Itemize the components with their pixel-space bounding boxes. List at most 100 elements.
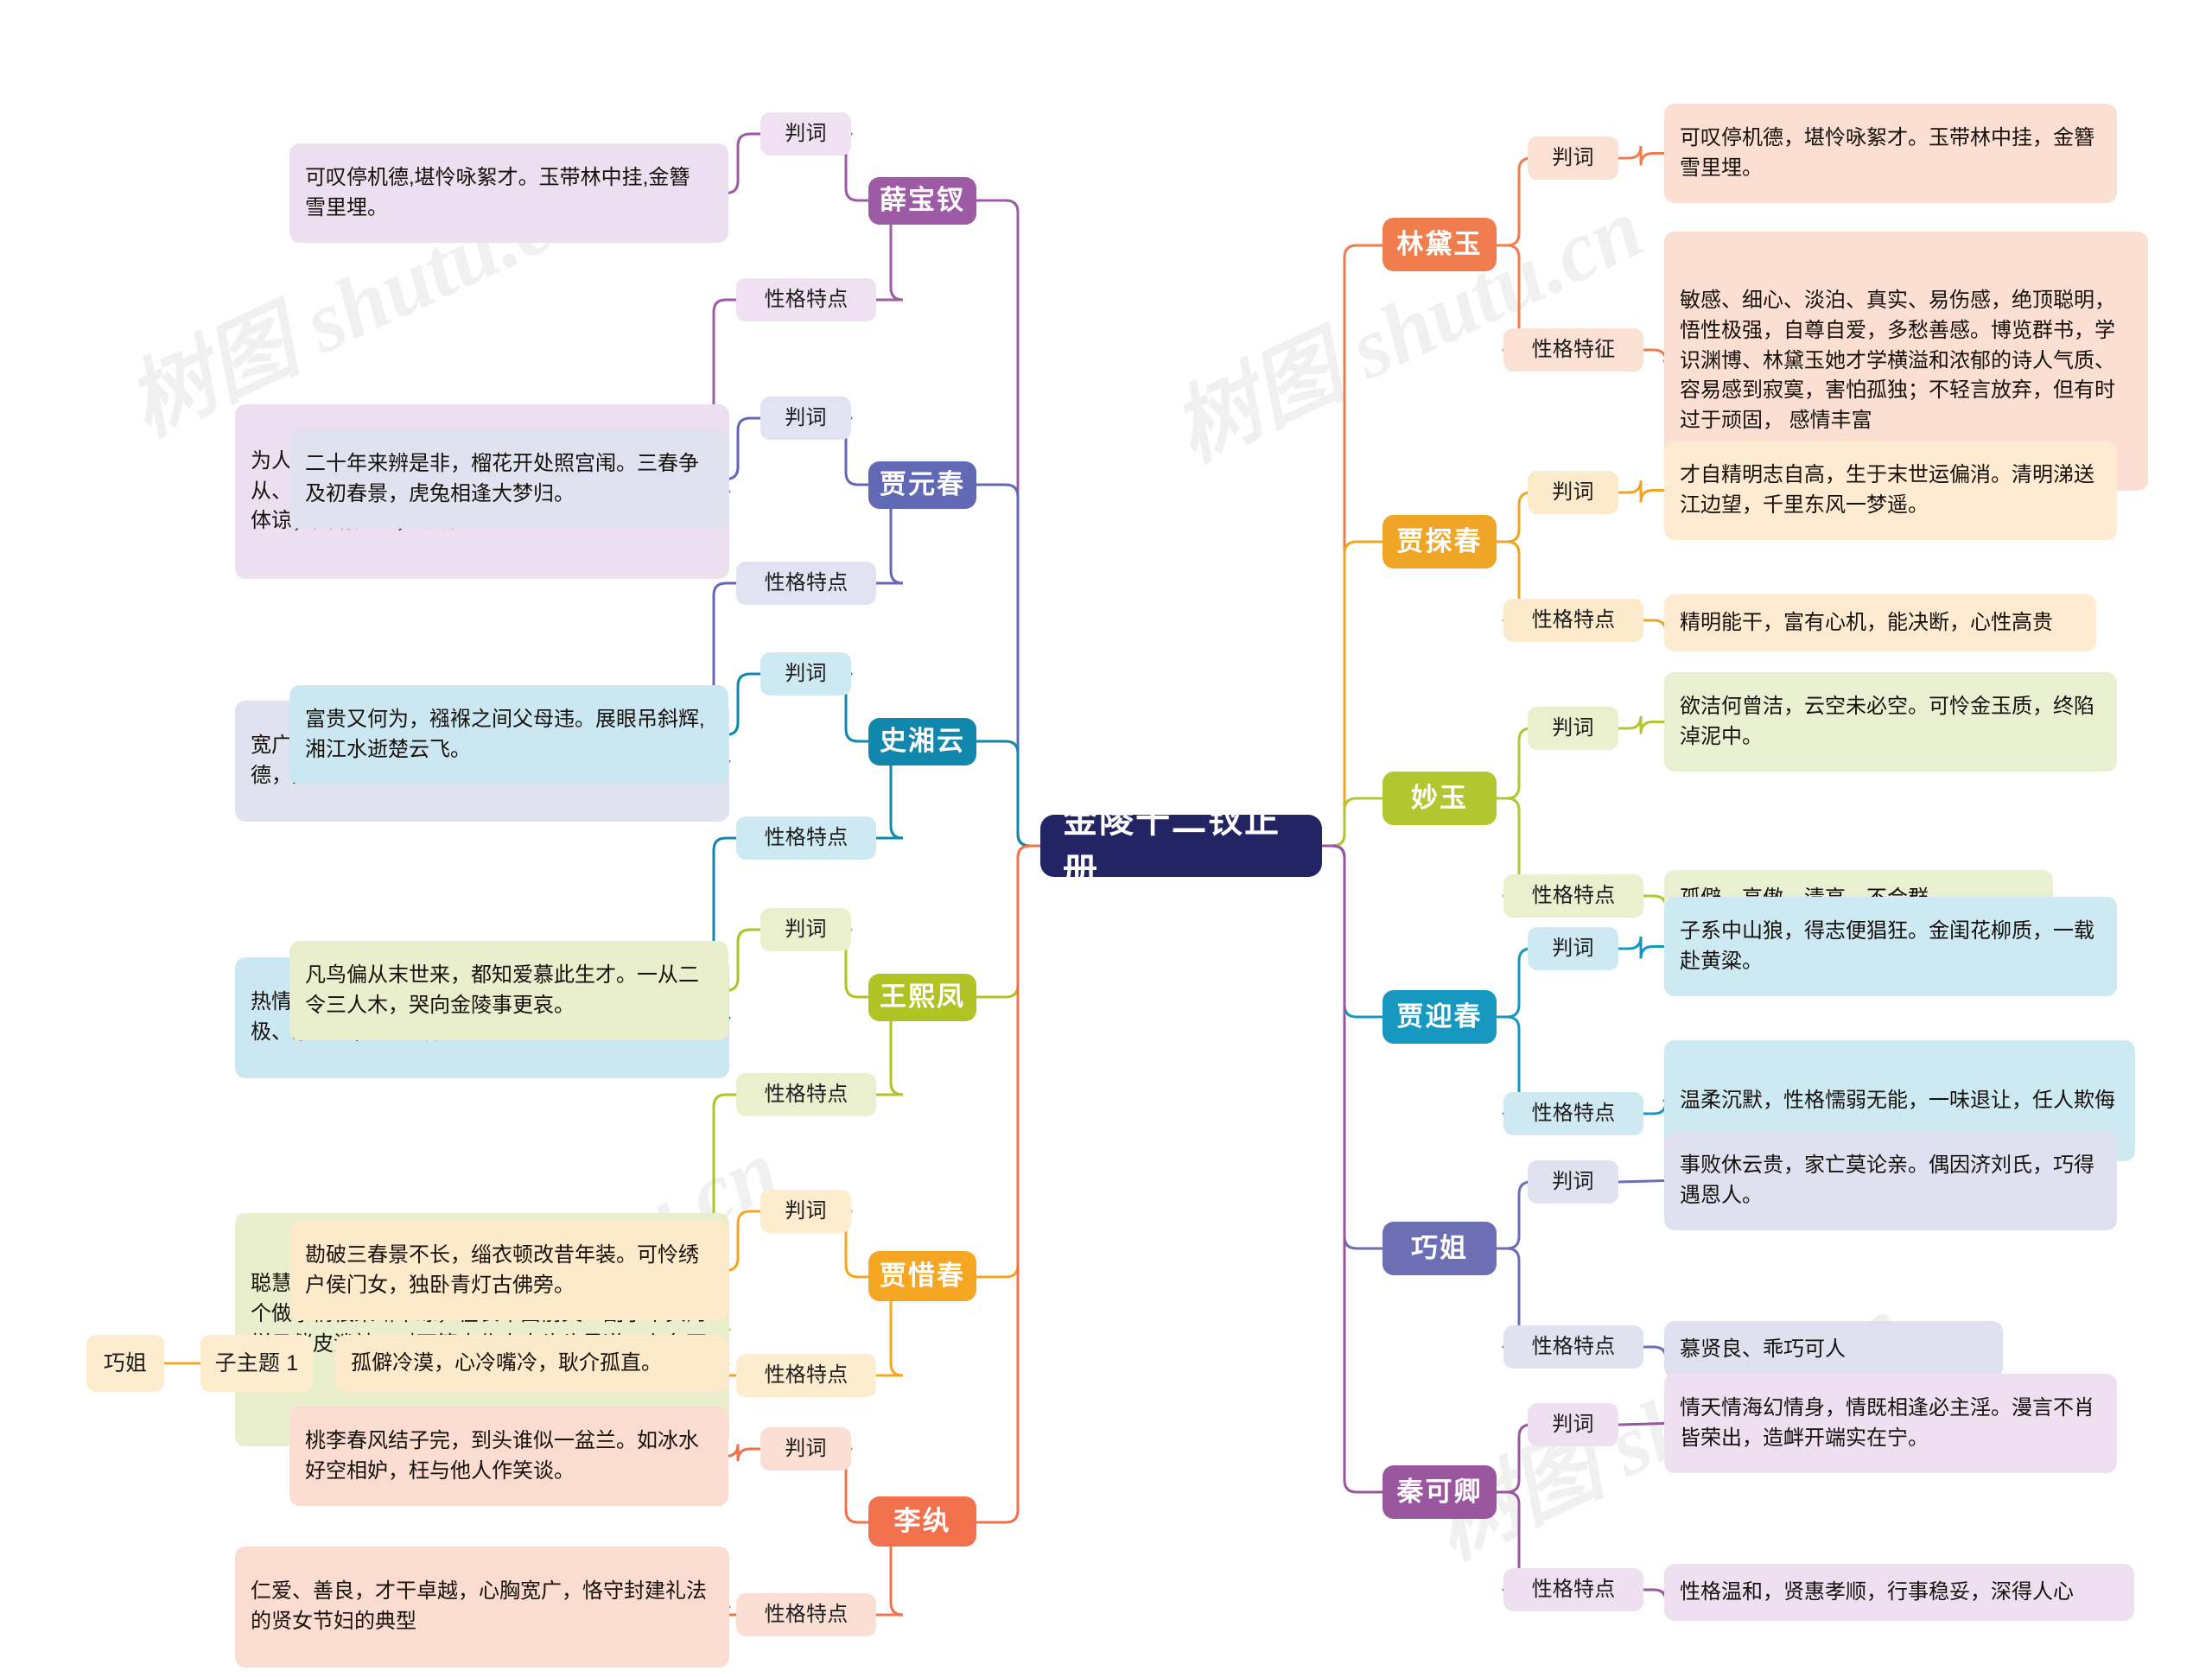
rbranch-2-item-0-label[interactable]: 判词 [1528, 707, 1618, 750]
branch-1-item-1-label-label: 性格特点 [764, 570, 849, 594]
branch-4-item-1-label[interactable]: 性格特点 [736, 1354, 876, 1397]
rbranch-1-item-0-label-label: 判词 [1552, 480, 1594, 504]
branch-0-item-0-label[interactable]: 判词 [760, 112, 851, 156]
rbranch-4-item-1-label-label: 性格特点 [1531, 1334, 1616, 1358]
branch-2-item-0-label-label: 判词 [785, 661, 827, 685]
rbranch-4-item-1-label[interactable]: 性格特点 [1503, 1325, 1643, 1369]
rbranch-3-item-0-label[interactable]: 判词 [1528, 927, 1618, 970]
branch-0-item-0-text[interactable]: 可叹停机德,堪怜咏絮才。玉带林中挂,金簪 雪里埋。 [289, 143, 728, 243]
rbranch-0-item-0-label[interactable]: 判词 [1528, 137, 1618, 180]
branch-1-item-0-text[interactable]: 二十年来辨是非，榴花开处照宫闱。三春争及初春景，虎兔相逢大梦归。 [289, 429, 728, 529]
rbranch-5-item-1-text-label: 性格温和，贤惠孝顺，行事稳妥，深得人心 [1680, 1579, 2074, 1604]
rbranch-3-item-0-text[interactable]: 子系中山狼，得志便猖狂。金闺花柳质，一载赴黄粱。 [1664, 897, 2117, 996]
rbranch-1-item-1-text-label: 精明能干，富有心机，能决断，心性高贵 [1680, 610, 2053, 634]
rbranch-5-item-0-text[interactable]: 情天情海幻情身，情既相逢必主淫。漫言不肖皆荣出，造衅开端实在宁。 [1664, 1374, 2117, 1473]
rbranch-2-item-0-text-label: 欲洁何曾洁，云空未必空。可怜金玉质，终陷淖泥中。 [1680, 694, 2094, 748]
extra-qiaojie-chip[interactable]: 巧姐 [86, 1335, 164, 1392]
branch-5-item-1-label[interactable]: 性格特点 [736, 1593, 876, 1636]
extra-subtopic-chip[interactable]: 子主题 1 [200, 1335, 313, 1392]
branch-1-item-1-label[interactable]: 性格特点 [736, 562, 876, 605]
branch-2-item-0-text[interactable]: 富贵又何为，襁褓之间父母违。展眼吊斜辉,湘江水逝楚云飞。 [289, 685, 728, 785]
branch-3-item-0-text[interactable]: 凡鸟偏从末世来，都知爱慕此生才。一从二令三人木，哭向金陵事更哀。 [289, 941, 728, 1040]
rbranch-4-item-0-text-label: 事败休云贵，家亡莫论亲。偶因济刘氏，巧得遇恩人。 [1680, 1153, 2094, 1207]
rbranch-5-character[interactable]: 秦可卿 [1382, 1465, 1497, 1519]
rbranch-1-item-1-label[interactable]: 性格特点 [1503, 599, 1643, 642]
branch-5-character-label: 李纨 [893, 1505, 951, 1536]
rbranch-4-character-label: 巧姐 [1411, 1232, 1468, 1263]
branch-3-character-label: 王熙凤 [880, 981, 965, 1013]
rbranch-1-item-0-text[interactable]: 才自精明志自高，生于末世运偏消。清明涕送江边望，千里东风一梦遥。 [1664, 441, 2117, 540]
rbranch-2-item-1-label[interactable]: 性格特点 [1503, 874, 1643, 918]
rbranch-3-item-1-label-label: 性格特点 [1531, 1101, 1616, 1125]
branch-4-item-1-text[interactable]: 孤僻冷漠，心冷嘴冷，耿介孤直。 [335, 1335, 728, 1392]
rbranch-4-item-0-text[interactable]: 事败休云贵，家亡莫论亲。偶因济刘氏，巧得遇恩人。 [1664, 1131, 2117, 1230]
branch-5-item-1-label-label: 性格特点 [764, 1602, 849, 1626]
branch-2-character[interactable]: 史湘云 [868, 718, 976, 765]
rbranch-4-item-0-label-label: 判词 [1552, 1169, 1594, 1193]
branch-5-item-1-text-label: 仁爱、善良，才干卓越，心胸宽广，恪守封建礼法的贤女节妇的典型 [251, 1579, 707, 1633]
branch-5-item-0-text[interactable]: 桃李春风结子完，到头谁似一盆兰。如冰水好空相妒，枉与他人作笑谈。 [289, 1407, 728, 1506]
branch-0-character-label: 薛宝钗 [880, 185, 965, 216]
branch-2-item-0-text-label: 富贵又何为，襁褓之间父母违。展眼吊斜辉,湘江水逝楚云飞。 [305, 707, 705, 761]
branch-0-item-0-label-label: 判词 [785, 121, 827, 145]
rbranch-3-character[interactable]: 贾迎春 [1382, 990, 1497, 1044]
branch-2-character-label: 史湘云 [880, 726, 965, 757]
branch-0-item-1-label-label: 性格特点 [764, 287, 849, 311]
rbranch-5-character-label: 秦可卿 [1396, 1476, 1483, 1507]
branch-3-character[interactable]: 王熙凤 [868, 974, 976, 1021]
rbranch-3-item-1-label[interactable]: 性格特点 [1503, 1092, 1643, 1135]
branch-5-character[interactable]: 李纨 [868, 1496, 976, 1547]
rbranch-3-character-label: 贾迎春 [1396, 1000, 1483, 1032]
branch-4-character-label: 贾惜春 [880, 1260, 965, 1291]
branch-5-item-0-text-label: 桃李春风结子完，到头谁似一盆兰。如冰水好空相妒，枉与他人作笑谈。 [305, 1428, 699, 1483]
branch-0-item-1-label[interactable]: 性格特点 [736, 278, 876, 321]
branch-4-item-1-label-label: 性格特点 [764, 1363, 849, 1387]
rbranch-5-item-0-label[interactable]: 判词 [1528, 1403, 1618, 1446]
rbranch-4-character[interactable]: 巧姐 [1382, 1222, 1497, 1275]
branch-4-item-0-label[interactable]: 判词 [760, 1190, 851, 1233]
rbranch-1-item-1-text[interactable]: 精明能干，富有心机，能决断，心性高贵 [1664, 594, 2096, 651]
rbranch-3-item-0-label-label: 判词 [1552, 936, 1594, 960]
rbranch-0-item-1-label-label: 性格特征 [1531, 337, 1616, 361]
branch-1-item-0-label-label: 判词 [785, 405, 827, 429]
branch-4-character[interactable]: 贾惜春 [868, 1251, 976, 1301]
rbranch-0-item-1-label[interactable]: 性格特征 [1503, 328, 1643, 372]
rbranch-0-item-0-label-label: 判词 [1552, 145, 1594, 169]
rbranch-4-item-0-label[interactable]: 判词 [1528, 1160, 1618, 1204]
branch-3-item-0-text-label: 凡鸟偏从末世来，都知爱慕此生才。一从二令三人木，哭向金陵事更哀。 [305, 962, 699, 1017]
branch-1-item-0-label[interactable]: 判词 [760, 397, 851, 440]
rbranch-2-character[interactable]: 妙玉 [1382, 772, 1497, 825]
rbranch-0-character[interactable]: 林黛玉 [1382, 218, 1497, 271]
branch-5-item-1-text[interactable]: 仁爱、善良，才干卓越，心胸宽广，恪守封建礼法的贤女节妇的典型 [235, 1547, 729, 1667]
root-node[interactable]: 金陵十二钗正册 [1040, 802, 1322, 890]
rbranch-5-item-1-label[interactable]: 性格特点 [1503, 1568, 1643, 1611]
branch-0-character[interactable]: 薛宝钗 [868, 177, 976, 225]
branch-0-item-0-text-label: 可叹停机德,堪怜咏絮才。玉带林中挂,金簪 雪里埋。 [305, 165, 690, 219]
watermark: 树图 shutu.cn [1159, 179, 1657, 480]
branch-4-item-0-text[interactable]: 勘破三春景不长，缁衣顿改昔年装。可怜绣户侯门女，独卧青灯古佛旁。 [289, 1221, 728, 1320]
branch-2-item-0-label[interactable]: 判词 [760, 652, 851, 696]
rbranch-0-item-0-text[interactable]: 可叹停机德，堪怜咏絮才。玉带林中挂，金簪雪里埋。 [1664, 104, 2117, 203]
rbranch-1-item-0-label[interactable]: 判词 [1528, 471, 1618, 514]
rbranch-0-item-1-text-label: 敏感、细心、淡泊、真实、易伤感，绝顶聪明，悟性极强，自尊自爱，多愁善感。博览群书… [1680, 289, 2115, 433]
branch-3-item-0-label[interactable]: 判词 [760, 908, 851, 951]
branch-3-item-1-label[interactable]: 性格特点 [736, 1073, 876, 1116]
rbranch-2-item-0-text[interactable]: 欲洁何曾洁，云空未必空。可怜金玉质，终陷淖泥中。 [1664, 672, 2117, 772]
rbranch-5-item-1-text[interactable]: 性格温和，贤惠孝顺，行事稳妥，深得人心 [1664, 1564, 2134, 1621]
branch-1-character[interactable]: 贾元春 [868, 461, 976, 509]
rbranch-0-character-label: 林黛玉 [1396, 228, 1483, 259]
rbranch-2-item-0-label-label: 判词 [1552, 715, 1594, 740]
extra-subtopic-chip-label: 子主题 1 [214, 1350, 299, 1375]
branch-1-item-0-text-label: 二十年来辨是非，榴花开处照宫闱。三春争及初春景，虎兔相逢大梦归。 [305, 451, 699, 505]
rbranch-4-item-1-text[interactable]: 慕贤良、乖巧可人 [1664, 1321, 2003, 1378]
branch-3-item-1-label-label: 性格特点 [764, 1082, 849, 1106]
branch-2-item-1-label-label: 性格特点 [764, 825, 849, 849]
extra-qiaojie-chip-label: 巧姐 [103, 1350, 148, 1375]
branch-2-item-1-label[interactable]: 性格特点 [736, 816, 876, 860]
branch-5-item-0-label[interactable]: 判词 [760, 1427, 851, 1471]
rbranch-3-item-1-text-label: 温柔沉默，性格懦弱无能，一味退让，任人欺侮 [1680, 1088, 2115, 1112]
rbranch-1-character-label: 贾探春 [1396, 525, 1483, 556]
rbranch-0-item-0-text-label: 可叹停机德，堪怜咏絮才。玉带林中挂，金簪雪里埋。 [1680, 125, 2094, 180]
rbranch-4-item-1-text-label: 慕贤良、乖巧可人 [1680, 1337, 1846, 1361]
rbranch-1-character[interactable]: 贾探春 [1382, 515, 1497, 569]
